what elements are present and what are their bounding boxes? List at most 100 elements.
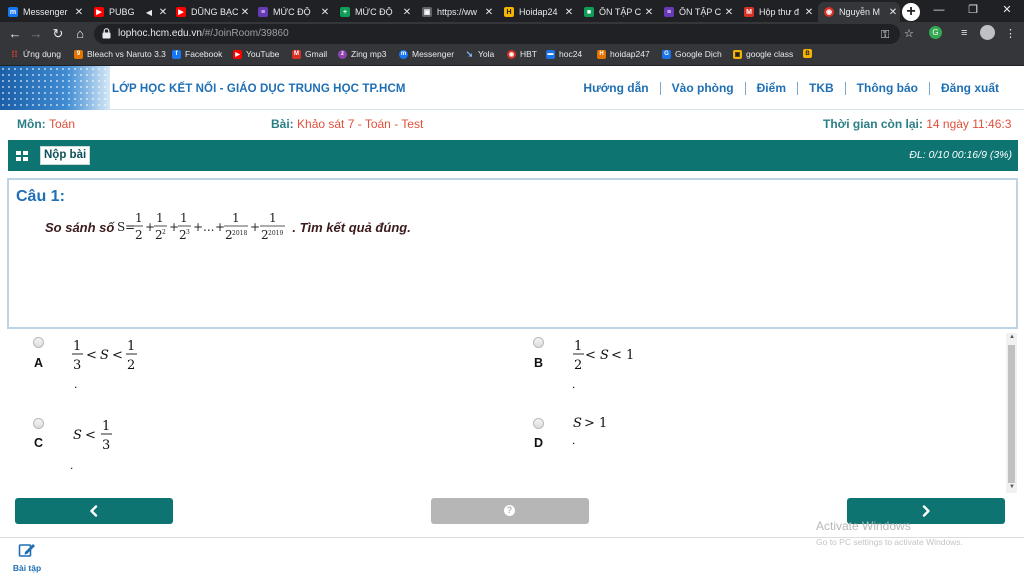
hoidap-icon: H xyxy=(504,7,514,17)
facebook-icon: f xyxy=(172,49,181,59)
nav-logout[interactable]: Đăng xuất xyxy=(930,81,1010,95)
star-icon[interactable]: ☆ xyxy=(904,27,914,40)
submit-button[interactable]: Nộp bài xyxy=(40,146,91,165)
bookmark-item[interactable]: G Google Dịch xyxy=(662,49,722,59)
forms-icon: ≡ xyxy=(258,7,268,17)
svg-text:=: = xyxy=(125,220,135,234)
close-tab-icon[interactable]: ✕ xyxy=(482,7,496,18)
bookmark-item[interactable]: ⁞⁞ Ứng dụng xyxy=(10,49,61,59)
audio-playing-icon[interactable]: ◀ xyxy=(146,8,152,17)
answer-radio[interactable] xyxy=(33,418,44,429)
browser-tab[interactable]: ■ ÔN TẬP C ✕ xyxy=(578,2,656,22)
svg-text:3: 3 xyxy=(186,229,190,236)
minimize-icon[interactable]: — xyxy=(922,0,956,22)
url-text: lophoc.hcm.edu.vn/#/JoinRoom/39860 xyxy=(118,28,289,39)
windows-activation-text: Go to PC settings to activate Windows. xyxy=(816,537,963,547)
bookmark-item[interactable]: ▣ google class xyxy=(733,49,793,59)
svg-text:1: 1 xyxy=(127,339,135,354)
browser-tab[interactable]: ≡ ÔN TẬP C ✕ xyxy=(658,2,736,22)
nav-exercises[interactable]: Bài tập xyxy=(10,542,44,576)
svg-text:1: 1 xyxy=(156,211,164,225)
question-number: Câu 1: xyxy=(16,188,65,205)
close-tab-icon[interactable]: ✕ xyxy=(238,7,252,18)
hint-button[interactable]: ? xyxy=(431,498,589,524)
svg-text:...: ... xyxy=(203,220,214,234)
site-logo[interactable] xyxy=(0,66,110,110)
svg-text:2: 2 xyxy=(162,229,166,236)
close-tab-icon[interactable]: ✕ xyxy=(318,7,332,18)
browser-tab[interactable]: ▣ https://ww ✕ xyxy=(416,2,496,22)
bookmark-item[interactable]: B xyxy=(803,49,816,58)
bookmark-item[interactable]: Hhoidap247 xyxy=(597,49,650,59)
previous-question-button[interactable] xyxy=(15,498,173,524)
close-tab-icon[interactable]: ✕ xyxy=(72,7,86,18)
browser-tab[interactable]: ▶ DŨNG BẠC ✕ xyxy=(170,2,252,22)
browser-tab[interactable]: ≡ MỨC ĐỘ ✕ xyxy=(252,2,332,22)
answer-option-c[interactable]: C S < 1 3 . xyxy=(0,413,500,483)
address-bar[interactable]: lophoc.hcm.edu.vn/#/JoinRoom/39860 ⚿ xyxy=(94,24,900,44)
bookmark-item[interactable]: ▬ hoc24 xyxy=(546,49,582,59)
close-tab-icon[interactable]: ✕ xyxy=(562,7,576,18)
answer-option-a[interactable]: A 1 3 < S < 1 2 . xyxy=(0,333,500,403)
browser-tab[interactable]: M Hộp thư đ ✕ xyxy=(738,2,816,22)
browser-tab[interactable]: ▶ PUBG ◀ ✕ xyxy=(88,2,170,22)
nav-guide[interactable]: Hướng dẫn xyxy=(572,81,659,95)
answers-scrollbar[interactable]: ▲ ▼ xyxy=(1006,333,1017,493)
answer-option-d[interactable]: D S >1 . xyxy=(500,413,1000,483)
restore-icon[interactable]: ❐ xyxy=(956,0,990,22)
bookmark-item[interactable]: z Zing mp3 xyxy=(338,49,386,59)
grid-menu-icon[interactable] xyxy=(16,151,28,161)
key-icon[interactable]: ⚿ xyxy=(881,29,889,42)
bookmark-item[interactable]: f Facebook xyxy=(172,49,222,59)
sheets-icon: + xyxy=(340,7,350,17)
scroll-up-icon[interactable]: ▲ xyxy=(1009,334,1015,340)
scroll-down-icon[interactable]: ▼ xyxy=(1009,484,1015,490)
close-tab-icon[interactable]: ✕ xyxy=(642,7,656,18)
avatar[interactable] xyxy=(980,25,995,40)
answer-option-b[interactable]: B 12 < S <1 . xyxy=(500,333,1000,403)
nav-notifications[interactable]: Thông báo xyxy=(846,81,929,95)
browser-tab[interactable]: H Hoidap24 ✕ xyxy=(498,2,576,22)
browser-tab[interactable]: m Messenger ✕ xyxy=(2,2,86,22)
answer-radio[interactable] xyxy=(33,337,44,348)
time-remaining: Thời gian còn lại: 14 ngày 11:46:3 xyxy=(823,117,1012,131)
reload-icon[interactable]: ↻ xyxy=(50,26,66,42)
youtube-icon: ▶ xyxy=(233,49,242,59)
menu-kebab-icon[interactable]: ⋮ xyxy=(1005,27,1016,40)
answer-math: S < 1 3 xyxy=(73,419,112,453)
bookmark-item[interactable]: 9 Bleach vs Naruto 3.3 xyxy=(74,49,166,59)
forward-icon[interactable]: → xyxy=(28,26,44,42)
svg-text:S: S xyxy=(573,416,582,431)
bookmark-item[interactable]: M Gmail xyxy=(292,49,327,59)
bookmark-item[interactable]: ➘ Yola xyxy=(465,49,495,60)
bookmark-item[interactable]: ◉ HBT xyxy=(507,49,537,59)
svg-text:2: 2 xyxy=(135,228,143,242)
svg-text:<: < xyxy=(611,348,622,363)
bookmark-item[interactable]: m Messenger xyxy=(399,49,454,59)
scrollbar-thumb[interactable] xyxy=(1008,345,1015,483)
media-control-icon[interactable]: ≡ xyxy=(961,27,967,39)
nav-join-room[interactable]: Vào phòng xyxy=(661,81,745,95)
svg-text:S: S xyxy=(73,428,82,443)
svg-text:2: 2 xyxy=(574,358,582,373)
nav-timetable[interactable]: TKB xyxy=(798,81,845,95)
youtube-icon: ▶ xyxy=(176,7,186,17)
bookmark-item[interactable]: ▶ YouTube xyxy=(233,49,279,59)
close-tab-icon[interactable]: ✕ xyxy=(722,7,736,18)
close-tab-icon[interactable]: ✕ xyxy=(802,7,816,18)
answer-period: . xyxy=(572,433,576,447)
browser-tab[interactable]: + MỨC ĐỘ ✕ xyxy=(334,2,414,22)
answer-radio[interactable] xyxy=(533,418,544,429)
answer-radio[interactable] xyxy=(533,337,544,348)
close-tab-icon[interactable]: ✕ xyxy=(156,7,170,18)
browser-tab-active[interactable]: ◉ Nguyễn M ✕ xyxy=(818,2,900,22)
new-tab-button[interactable]: + xyxy=(902,3,920,21)
close-window-icon[interactable]: ✕ xyxy=(990,0,1024,22)
back-icon[interactable]: ← xyxy=(7,26,23,42)
nav-scores[interactable]: Điểm xyxy=(746,81,797,95)
home-icon[interactable]: ⌂ xyxy=(72,26,88,42)
extension-icon[interactable]: G xyxy=(929,26,942,39)
close-tab-icon[interactable]: ✕ xyxy=(400,7,414,18)
close-tab-icon[interactable]: ✕ xyxy=(886,7,900,18)
svg-text:+: + xyxy=(169,220,179,234)
